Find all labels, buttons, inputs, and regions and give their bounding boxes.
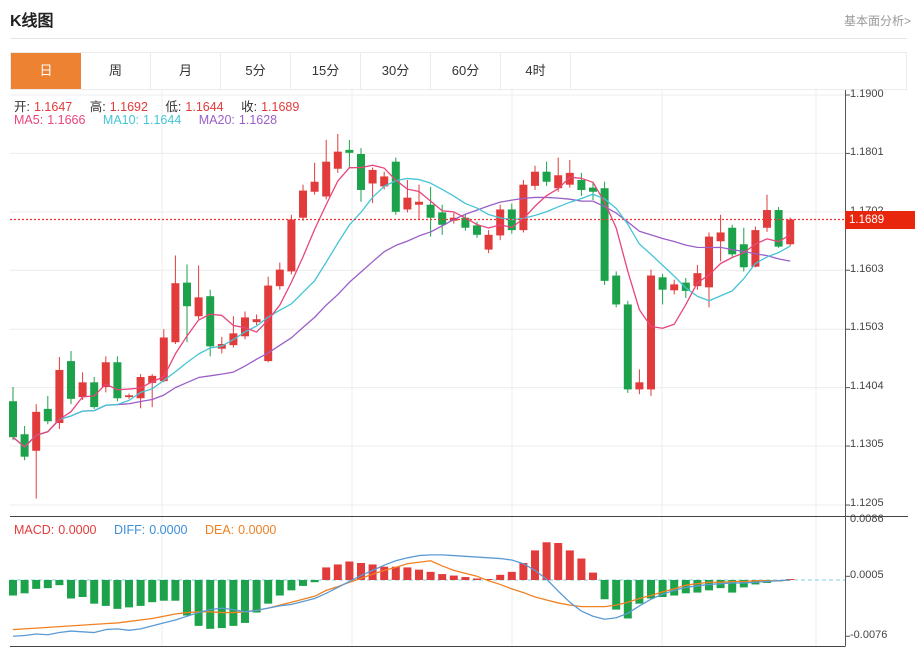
low-label: 低: — [165, 100, 181, 114]
tab-5min[interactable]: 5分 — [221, 53, 291, 89]
macd-label: MACD: — [14, 523, 54, 537]
fundamental-analysis-link[interactable]: 基本面分析> — [844, 12, 911, 29]
ma10-value: 1.1644 — [143, 113, 181, 127]
close-value: 1.1689 — [261, 100, 299, 114]
kline-app: K线图 基本面分析> 日 周 月 5分 15分 30分 60分 4时 开: 1.1… — [0, 0, 917, 649]
period-tabbar: 日 周 月 5分 15分 30分 60分 4时 — [10, 52, 907, 90]
page-title: K线图 — [10, 7, 54, 31]
dea-label: DEA: — [205, 523, 234, 537]
ma5-label: MA5: — [14, 113, 43, 127]
title-divider — [10, 38, 907, 39]
macd-legend: MACD: 0.0000 DIFF: 0.0000 DEA: 0.0000 — [14, 523, 290, 537]
price-tick: 1.1801 — [850, 146, 884, 158]
tab-4hour[interactable]: 4时 — [501, 53, 571, 89]
price-tick: 1.1603 — [850, 263, 884, 275]
price-tick: 1.1305 — [850, 438, 884, 450]
price-tick: 1.1404 — [850, 380, 884, 392]
chart-plot-area[interactable] — [10, 90, 845, 646]
low-value: 1.1644 — [185, 100, 223, 114]
tab-30min[interactable]: 30分 — [361, 53, 431, 89]
ma-legend: MA5: 1.1666 MA10: 1.1644 MA20: 1.1628 — [14, 113, 291, 127]
price-tick: 1.1503 — [850, 321, 884, 333]
open-value: 1.1647 — [34, 100, 72, 114]
open-label: 开: — [14, 100, 30, 114]
ma5-value: 1.1666 — [47, 113, 85, 127]
high-value: 1.1692 — [110, 100, 148, 114]
diff-label: DIFF: — [114, 523, 145, 537]
macd-tick: -0.0076 — [850, 629, 887, 641]
tab-month[interactable]: 月 — [151, 53, 221, 89]
tabbar-filler — [571, 53, 906, 89]
dea-value: 0.0000 — [238, 523, 276, 537]
macd-tick: 0.0005 — [850, 569, 884, 581]
macd-tick: 0.0086 — [850, 513, 884, 525]
current-price-badge: 1.1689 — [845, 211, 915, 229]
tab-day[interactable]: 日 — [11, 53, 81, 89]
ma10-label: MA10: — [103, 113, 139, 127]
diff-value: 0.0000 — [149, 523, 187, 537]
price-tick: 1.1205 — [850, 497, 884, 509]
macd-value: 0.0000 — [58, 523, 96, 537]
tab-15min[interactable]: 15分 — [291, 53, 361, 89]
tab-week[interactable]: 周 — [81, 53, 151, 89]
close-label: 收: — [241, 100, 257, 114]
high-label: 高: — [90, 100, 106, 114]
price-tick: 1.1900 — [850, 88, 884, 100]
ma20-label: MA20: — [199, 113, 235, 127]
tab-60min[interactable]: 60分 — [431, 53, 501, 89]
ma20-value: 1.1628 — [239, 113, 277, 127]
